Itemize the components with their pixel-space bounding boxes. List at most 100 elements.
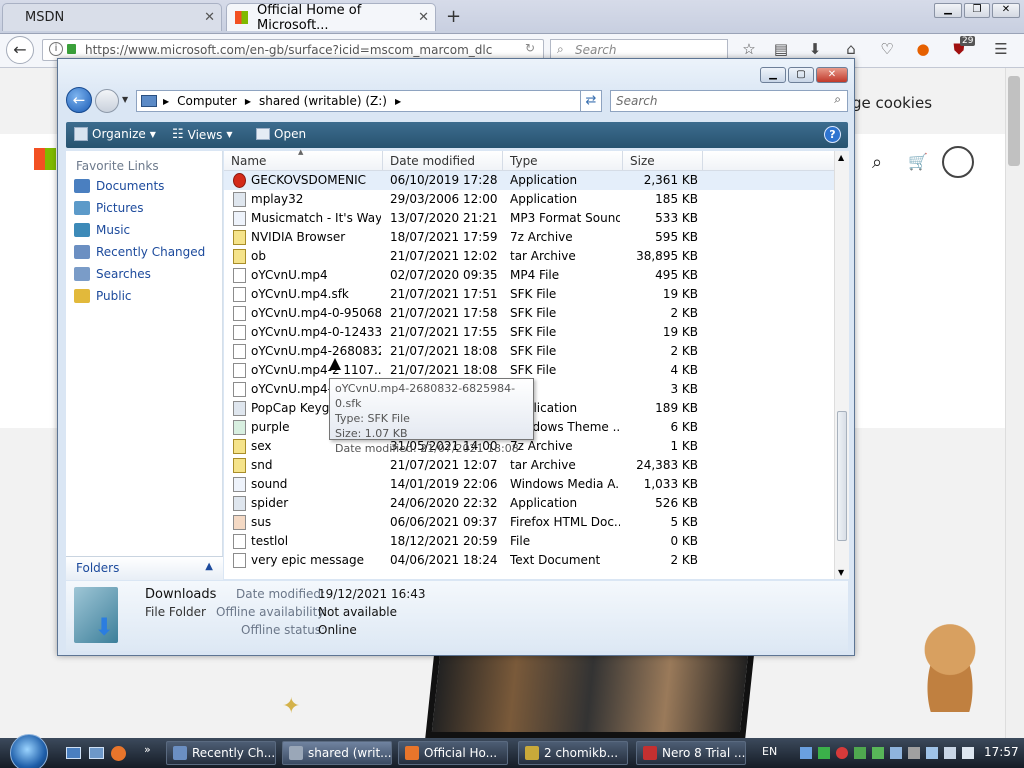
organize-button[interactable]: Organize ▼ (74, 127, 156, 141)
tray-app-icon[interactable] (854, 747, 866, 759)
column-type[interactable]: Type (510, 154, 538, 168)
tray-app-icon[interactable] (872, 747, 884, 759)
scrollbar-thumb[interactable] (837, 411, 847, 541)
file-name: oYCvnU.mp4-2 1107... (251, 363, 381, 377)
page-scrollbar[interactable] (1005, 68, 1024, 738)
details-date-label: Date modified: (236, 587, 326, 601)
explorer-close-button[interactable]: ✕ (816, 67, 848, 83)
language-indicator[interactable]: EN (762, 745, 777, 758)
open-button[interactable]: Open (256, 127, 306, 141)
tab-microsoft[interactable]: Official Home of Microsoft... ✕ (226, 3, 436, 33)
file-row[interactable]: oYCvnU.mp4.sfk 21/07/2021 17:51 SFK File 19… (224, 285, 834, 304)
file-row[interactable]: spider 24/06/2020 22:32 Application 526 KB (224, 494, 834, 513)
file-row[interactable]: sound 14/01/2019 22:06 Windows Media A... 1… (224, 475, 834, 494)
nav-item[interactable]: Recently Changed (74, 245, 205, 259)
tray-app-icon[interactable] (818, 747, 830, 759)
bookmark-star-icon[interactable]: ☆ (740, 40, 758, 58)
nav-item-icon (74, 267, 90, 281)
file-row[interactable]: ob 21/07/2021 12:02 tar Archive 38,895 KB (224, 247, 834, 266)
scroll-up-icon[interactable]: ▲ (838, 153, 844, 162)
file-row[interactable]: very epic message 04/06/2021 18:24 Text Do… (224, 551, 834, 570)
menu-icon[interactable]: ☰ (992, 40, 1010, 58)
file-row[interactable]: oYCvnU.mp4-2680832... 21/07/2021 18:08 SFK… (224, 342, 834, 361)
file-row[interactable]: oYCvnU.mp4-0-12433... 21/07/2021 17:55 SFK… (224, 323, 834, 342)
browser-close-button[interactable]: ✕ (992, 3, 1020, 18)
nav-item[interactable]: Music (74, 223, 130, 237)
quicklaunch-chevron-icon[interactable]: » (144, 743, 151, 756)
new-tab-button[interactable]: + (446, 6, 461, 27)
tray-warning-icon[interactable] (836, 747, 848, 759)
refresh-button[interactable]: ⇄ (580, 90, 602, 112)
taskbar-button[interactable]: shared (writ... (282, 741, 392, 765)
tray-app-icon[interactable] (890, 747, 902, 759)
file-row[interactable]: oYCvnU.mp4-0-95068... 21/07/2021 17:58 SFK… (224, 304, 834, 323)
file-row[interactable]: snd 21/07/2021 12:07 tar Archive 24,383 KB (224, 456, 834, 475)
forward-button[interactable] (95, 89, 119, 113)
column-name[interactable]: Name (231, 154, 266, 168)
address-bar[interactable]: ▶ Computer ▶ shared (writable) (Z:) ▶ ▼ (136, 90, 602, 112)
taskbar-button[interactable]: Nero 8 Trial ... (636, 741, 746, 765)
explorer-search-field[interactable]: Search ⌕ (610, 90, 848, 112)
tray-shield-icon[interactable] (962, 747, 974, 759)
firefox-icon[interactable]: ● (914, 40, 932, 58)
firefox-quicklaunch-icon[interactable] (111, 746, 126, 761)
file-date: 18/07/2021 17:59 (390, 230, 498, 244)
file-row[interactable]: sus 06/06/2021 09:37 Firefox HTML Doc... 5 … (224, 513, 834, 532)
folders-toggle[interactable]: Folders ▲ (66, 556, 223, 580)
tray-app-icon[interactable] (800, 747, 812, 759)
downloads-icon[interactable]: ⬇ (806, 40, 824, 58)
tab-msdn[interactable]: MSDN ✕ (2, 3, 222, 31)
page-scrollbar-thumb[interactable] (1008, 76, 1020, 166)
taskbar-button[interactable]: Recently Ch... (166, 741, 276, 765)
close-tab-icon[interactable]: ✕ (418, 10, 429, 25)
history-dropdown-icon[interactable]: ▼ (122, 95, 128, 104)
show-desktop-icon[interactable] (66, 747, 81, 759)
reload-icon[interactable]: ↻ (525, 41, 535, 55)
nav-item[interactable]: Public (74, 289, 132, 303)
close-tab-icon[interactable]: ✕ (204, 10, 215, 25)
clock[interactable]: 17:57 (984, 745, 1019, 759)
file-list-scrollbar[interactable]: ▲ ▼ (834, 151, 849, 579)
file-row[interactable]: testlol 18/12/2021 20:59 File 0 KB (224, 532, 834, 551)
file-date: 18/12/2021 20:59 (390, 534, 498, 548)
tray-app-icon[interactable] (908, 747, 920, 759)
nav-item[interactable]: Pictures (74, 201, 144, 215)
nav-item[interactable]: Searches (74, 267, 151, 281)
views-button[interactable]: ☷ Views ▼ (172, 127, 233, 142)
file-date: 06/10/2019 17:28 (390, 173, 498, 187)
nav-item[interactable]: Documents (74, 179, 164, 193)
column-date-modified[interactable]: Date modified (390, 154, 475, 168)
reading-list-icon[interactable]: ▤ (772, 40, 790, 58)
tray-network-icon[interactable] (926, 747, 938, 759)
cart-icon[interactable]: 🛒 (908, 152, 928, 171)
tray-volume-icon[interactable] (944, 747, 956, 759)
file-row[interactable]: oYCvnU.mp4 02/07/2020 09:35 MP4 File 495 KB (224, 266, 834, 285)
taskbar-button[interactable]: 2 chomikb... (518, 741, 628, 765)
file-date: 21/07/2021 12:02 (390, 249, 498, 263)
file-size: 24,383 KB (636, 458, 698, 472)
file-row[interactable]: NVIDIA Browser 18/07/2021 17:59 7z Archive… (224, 228, 834, 247)
back-button[interactable]: ← (66, 87, 92, 113)
home-icon[interactable]: ⌂ (842, 40, 860, 58)
back-button[interactable]: ← (6, 36, 34, 64)
browser-restore-button[interactable]: ❐ (964, 3, 990, 18)
file-row[interactable]: Musicmatch - It's Way ... 13/07/2020 21:2… (224, 209, 834, 228)
nav-item-icon (74, 179, 90, 193)
file-row[interactable]: mplay32 29/03/2006 12:00 Application 185 KB (224, 190, 834, 209)
browser-minimize-button[interactable]: ▁ (934, 3, 962, 18)
explorer-maximize-button[interactable]: ▢ (788, 67, 814, 83)
switch-windows-icon[interactable] (89, 747, 104, 759)
help-icon[interactable]: ? (824, 126, 841, 143)
account-icon[interactable] (942, 146, 974, 178)
taskbar-button[interactable]: Official Ho... (398, 741, 508, 765)
breadcrumb-drive[interactable]: shared (writable) (Z:) (259, 94, 387, 108)
explorer-minimize-button[interactable]: ▁ (760, 67, 786, 83)
breadcrumb-computer[interactable]: Computer (177, 94, 237, 108)
start-button[interactable] (10, 734, 48, 768)
cookie-banner-text[interactable]: ge cookies (852, 94, 932, 112)
column-size[interactable]: Size (630, 154, 655, 168)
site-search-icon[interactable]: ⌕ (872, 152, 882, 173)
file-row[interactable]: GECKOVSDOMENIC 06/10/2019 17:28 Applicatio… (224, 171, 834, 190)
scroll-down-icon[interactable]: ▼ (838, 568, 844, 577)
pocket-icon[interactable]: ♡ (878, 40, 896, 58)
